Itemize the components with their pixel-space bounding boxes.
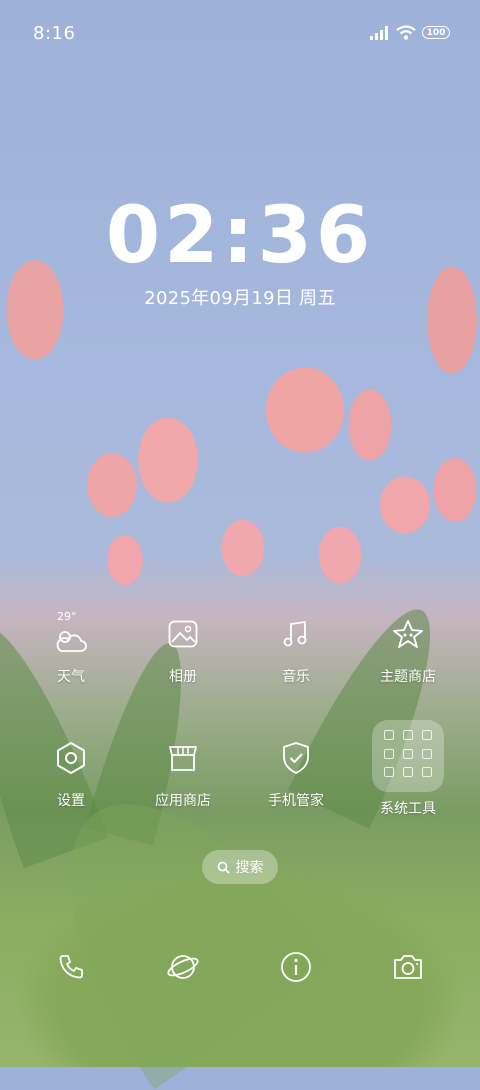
app-system-tools[interactable]: 系统工具: [358, 720, 458, 818]
status-icons: 100: [370, 25, 450, 40]
status-time: 8:16: [33, 23, 76, 44]
app-settings[interactable]: 设置: [21, 734, 121, 810]
app-store-icon: [159, 734, 207, 782]
browser-icon[interactable]: [161, 945, 205, 989]
app-phone-manager[interactable]: 手机管家: [246, 734, 346, 810]
app-label: 天气: [57, 669, 85, 685]
system-tools-folder-icon: [372, 720, 444, 792]
app-label: 主题商店: [380, 669, 436, 685]
weather-temperature: 29°: [57, 610, 77, 623]
search-label: 搜索: [235, 860, 264, 876]
phone-manager-icon: [272, 734, 320, 782]
clock-date[interactable]: 2025年09月19日 周五: [0, 284, 480, 310]
music-icon: [272, 610, 320, 658]
search-button[interactable]: 搜索: [202, 850, 278, 884]
camera-icon[interactable]: [386, 945, 430, 989]
app-store[interactable]: 应用商店: [133, 734, 233, 810]
app-label: 应用商店: [155, 793, 211, 809]
status-bar: 8:16 100: [0, 0, 480, 66]
app-label: 音乐: [282, 669, 310, 685]
battery-icon: 100: [422, 26, 450, 39]
battery-level: 100: [426, 27, 446, 38]
phone-icon[interactable]: [49, 945, 93, 989]
wifi-icon: [396, 25, 416, 40]
app-weather[interactable]: 29° 天气: [21, 610, 121, 686]
settings-icon: [47, 734, 95, 782]
app-label: 手机管家: [268, 793, 324, 809]
app-label: 相册: [169, 669, 197, 685]
gallery-icon: [159, 610, 207, 658]
search-icon: [217, 861, 230, 874]
app-label: 系统工具: [380, 801, 436, 817]
weather-icon: 29°: [47, 610, 95, 658]
info-icon[interactable]: [274, 945, 318, 989]
theme-store-icon: [384, 610, 432, 658]
clock-time[interactable]: 02:36: [0, 196, 480, 276]
app-gallery[interactable]: 相册: [133, 610, 233, 686]
app-label: 设置: [57, 793, 85, 809]
signal-icon: [370, 25, 388, 40]
app-theme-store[interactable]: 主题商店: [358, 610, 458, 686]
app-music[interactable]: 音乐: [246, 610, 346, 686]
